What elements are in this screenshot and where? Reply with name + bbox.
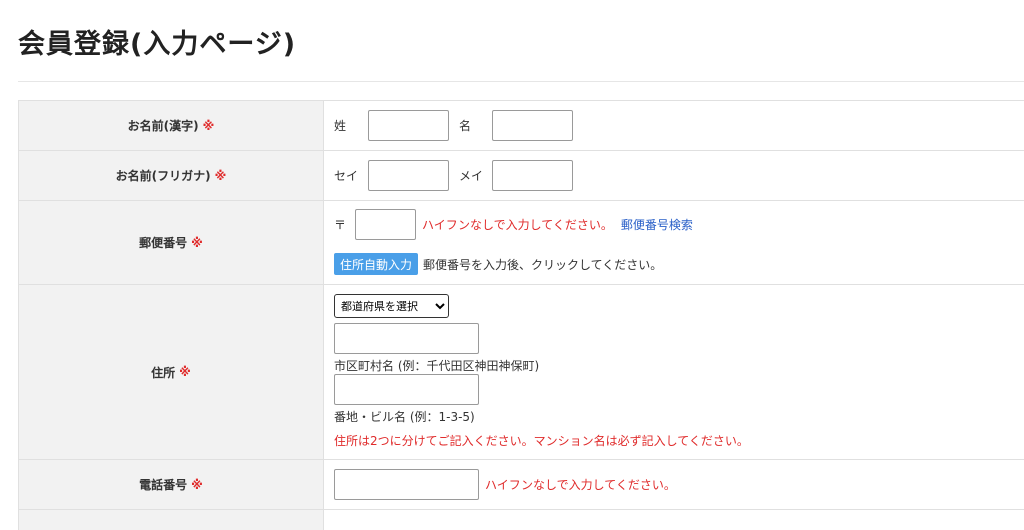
mei-kana-label: メイ: [459, 169, 484, 183]
phone-hint: ハイフンなしで入力してください。: [485, 478, 676, 492]
required-mark: ※: [191, 477, 203, 492]
sei-kana-input[interactable]: [368, 160, 449, 191]
auto-address-button[interactable]: 住所自動入力: [334, 253, 419, 275]
value-address: 都道府県を選択 市区町村名 (例：千代田区神田神保町) 番地・ビル名 (例：1-…: [324, 285, 1024, 459]
page-title: 会員登録(入力ページ): [18, 29, 297, 60]
label-text: お名前(フリガナ): [115, 169, 211, 183]
mei-label: 名: [459, 119, 472, 133]
required-mark: ※: [202, 118, 215, 133]
title-divider: [18, 81, 1024, 82]
auto-address-hint: 郵便番号を入力後、クリックしてください。: [423, 257, 663, 272]
row-address: 住所 ※ 都道府県を選択 市区町村名 (例：千代田区神田神保町) 番地・ビル名 …: [18, 285, 1024, 460]
required-mark: ※: [179, 365, 191, 379]
sei-input[interactable]: [368, 110, 449, 141]
label-name-kanji: お名前(漢字) ※: [18, 101, 324, 150]
label-address: 住所 ※: [18, 285, 324, 459]
label-text: 電話番号: [139, 478, 188, 492]
city-input[interactable]: [334, 323, 479, 354]
row-phone: 電話番号 ※ ハイフンなしで入力してください。: [18, 460, 1024, 510]
label-next: [18, 510, 324, 530]
value-next: [324, 510, 1024, 530]
postal-input[interactable]: [355, 209, 416, 240]
label-phone: 電話番号 ※: [18, 460, 324, 509]
prefecture-select[interactable]: 都道府県を選択: [334, 294, 449, 318]
row-name-kana: お名前(フリガナ) ※ セイ メイ: [18, 151, 1024, 201]
row-next: [18, 510, 1024, 530]
label-postal: 郵便番号 ※: [18, 201, 324, 284]
phone-input[interactable]: [334, 469, 479, 500]
mei-kana-input[interactable]: [492, 160, 573, 191]
required-mark: ※: [214, 168, 227, 183]
postal-search-link[interactable]: 郵便番号検索: [621, 216, 693, 233]
value-phone: ハイフンなしで入力してください。: [324, 460, 1024, 509]
city-hint: 市区町村名 (例：千代田区神田神保町): [334, 359, 540, 373]
value-name-kana: セイ メイ: [324, 151, 1024, 200]
label-text: 住所: [151, 365, 176, 380]
postal-prefix: 〒: [334, 218, 347, 232]
postal-hint: ハイフンなしで入力してください。: [422, 218, 613, 232]
required-mark: ※: [191, 235, 203, 250]
label-name-kana: お名前(フリガナ) ※: [18, 151, 324, 200]
value-postal: 〒 ハイフンなしで入力してください。 郵便番号検索 住所自動入力 郵便番号を入力…: [324, 201, 1024, 284]
street-hint: 番地・ビル名 (例：1-3-5): [334, 410, 475, 424]
registration-form: お名前(漢字) ※ 姓 名 お名前(フリガナ) ※ セイ メイ 郵便番号 ※ 〒…: [18, 100, 1024, 530]
street-input[interactable]: [334, 374, 479, 405]
sei-label: 姓: [334, 119, 347, 133]
sei-kana-label: セイ: [334, 169, 359, 183]
mei-input[interactable]: [492, 110, 573, 141]
row-postal: 郵便番号 ※ 〒 ハイフンなしで入力してください。 郵便番号検索 住所自動入力 …: [18, 201, 1024, 285]
address-note: 住所は2つに分けてご記入ください。マンション名は必ず記入してください。: [334, 434, 749, 448]
row-name-kanji: お名前(漢字) ※ 姓 名: [18, 101, 1024, 151]
label-text: お名前(漢字): [127, 119, 199, 133]
label-text: 郵便番号: [139, 236, 188, 250]
value-name-kanji: 姓 名: [324, 101, 1024, 150]
